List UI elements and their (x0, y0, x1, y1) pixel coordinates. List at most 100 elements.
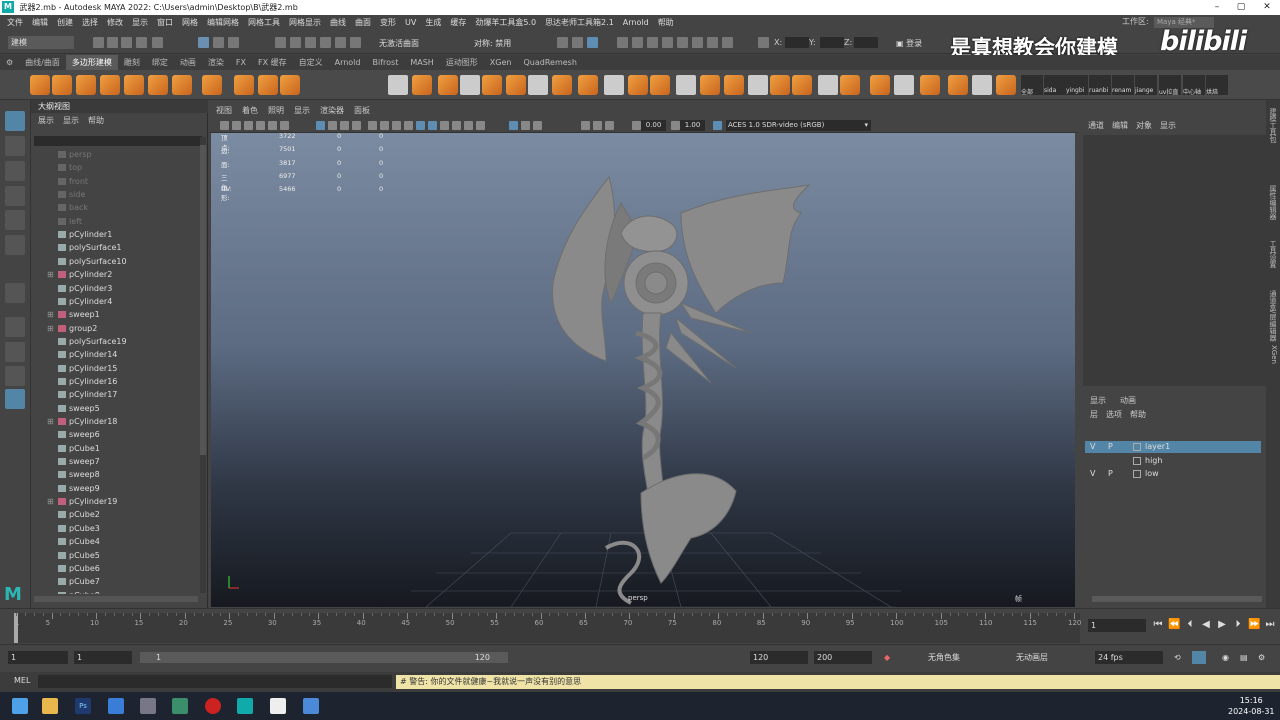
record-icon[interactable] (205, 698, 221, 714)
scene-start-field[interactable]: 1 (8, 651, 68, 664)
save-scene-icon[interactable] (121, 37, 132, 48)
poly-tool-icon-4[interactable] (124, 75, 144, 95)
outliner-item[interactable]: left (31, 215, 201, 228)
arnold-render-icon[interactable] (677, 37, 688, 48)
viewport-menu-2[interactable]: 照明 (268, 106, 284, 115)
menu-item-17[interactable]: 劲爆羊工具盒5.0 (475, 18, 536, 27)
image-plane-icon[interactable] (256, 121, 265, 130)
poly-tool-icon-2[interactable] (76, 75, 96, 95)
custom-shelf-button-6[interactable]: uv拉直 (1159, 75, 1181, 96)
expand-icon[interactable]: ⊞ (47, 415, 54, 428)
outliner-h-scrollbar[interactable] (34, 596, 198, 602)
layer-tab-1[interactable]: 动画 (1120, 396, 1136, 405)
undo-icon[interactable] (136, 37, 147, 48)
antialias-icon[interactable] (593, 121, 602, 130)
layer-color-icon[interactable] (1133, 470, 1141, 478)
layer-menu-1[interactable]: 选项 (1106, 410, 1122, 419)
side-tab-0[interactable]: 建模工具包 (1268, 108, 1278, 143)
shelf-tab-10[interactable]: Bifrost (366, 55, 404, 70)
field-chart-icon[interactable] (368, 121, 377, 130)
maximize-icon[interactable]: ▢ (1228, 0, 1254, 15)
ipr-icon[interactable] (587, 37, 598, 48)
hypershade-icon[interactable] (647, 37, 658, 48)
menu-item-15[interactable]: 生成 (425, 18, 441, 27)
resolution-gate-icon[interactable] (340, 121, 349, 130)
camera-attr-icon[interactable] (232, 121, 241, 130)
poly-tool-icon-0[interactable] (30, 75, 50, 95)
side-tab-1[interactable]: 属性编辑器 (1268, 185, 1278, 220)
menu-item-10[interactable]: 网格显示 (289, 18, 321, 27)
mesh-tool-icon-17[interactable] (792, 75, 812, 95)
menu-item-18[interactable]: 思达老师工具箱2.1 (545, 18, 614, 27)
mel-label[interactable]: MEL (14, 676, 30, 685)
shelf-tab-5[interactable]: 渲染 (202, 55, 230, 70)
outliner-item[interactable]: polySurface1 (31, 241, 201, 254)
step-forward-frame-icon[interactable]: ⏵ (1232, 619, 1244, 631)
menu-item-9[interactable]: 网格工具 (248, 18, 280, 27)
layer-row[interactable]: high (1085, 455, 1261, 467)
custom-shelf-button-1[interactable]: sida (1044, 75, 1066, 95)
poly-tool-icon-10[interactable] (280, 75, 300, 95)
y-field[interactable] (820, 37, 844, 48)
mesh-tool-icon-9[interactable] (604, 75, 624, 95)
shelf-tab-3[interactable]: 绑定 (146, 55, 174, 70)
menu-item-7[interactable]: 网格 (182, 18, 198, 27)
new-scene-icon[interactable] (93, 37, 104, 48)
menu-item-4[interactable]: 修改 (107, 18, 123, 27)
mode-selector[interactable]: 建模 (8, 36, 74, 49)
mesh-tool-icon-15[interactable] (748, 75, 768, 95)
outliner-item[interactable]: polySurface10 (31, 255, 201, 268)
mesh-tool-icon-8[interactable] (578, 75, 598, 95)
outliner-item[interactable]: ⊞ sweep1 (31, 308, 201, 321)
z-field[interactable] (854, 37, 878, 48)
snap-view-icon[interactable] (320, 37, 331, 48)
shelf-tab-0[interactable]: 曲线/曲面 (19, 55, 66, 70)
shelf-tab-7[interactable]: FX 缓存 (252, 55, 293, 70)
xray-icon[interactable] (521, 121, 530, 130)
custom-shelf-button-5[interactable]: jiange (1135, 75, 1157, 95)
2d-pan-icon[interactable] (268, 121, 277, 130)
cache-icon[interactable]: ▤ (1240, 651, 1248, 664)
custom-shelf-button-2[interactable]: yingbi (1066, 75, 1088, 95)
mesh-tool-icon-5[interactable] (506, 75, 526, 95)
shelf-tab-1[interactable]: 多边形建模 (65, 55, 118, 70)
custom-shelf-button-3[interactable]: ruanbi (1089, 75, 1111, 95)
app-icon[interactable] (172, 698, 188, 714)
camera-icon[interactable] (220, 121, 229, 130)
anim-layer-dropdown[interactable]: 无动画层 (1016, 651, 1048, 664)
bookmark-icon[interactable] (244, 121, 253, 130)
notepad-icon[interactable] (140, 698, 156, 714)
start-icon[interactable] (12, 698, 28, 714)
expand-icon[interactable]: ⊞ (47, 268, 54, 281)
shelf-tab-13[interactable]: XGen (484, 55, 518, 70)
shadows-icon[interactable] (464, 121, 473, 130)
side-tab-2[interactable]: 工具设置 (1268, 240, 1278, 268)
outliner-item[interactable]: pCylinder14 (31, 348, 201, 361)
viewport-menu-4[interactable]: 渲染器 (320, 106, 344, 115)
history-icon[interactable] (557, 37, 568, 48)
mesh-tool-icon-24[interactable] (972, 75, 992, 95)
layer-row[interactable]: V Player1 (1085, 441, 1261, 453)
fps-dropdown[interactable]: 24 fps (1095, 651, 1163, 664)
scene-end-field[interactable]: 200 (814, 651, 872, 664)
single-view-icon[interactable] (5, 317, 25, 337)
poly-tool-icon-1[interactable] (52, 75, 72, 95)
exposure-icon[interactable] (632, 121, 641, 130)
select-tool-icon[interactable] (5, 111, 25, 131)
motion-blur-icon[interactable] (581, 121, 590, 130)
poly-tool-icon-5[interactable] (148, 75, 168, 95)
current-time-marker[interactable] (14, 613, 18, 643)
mesh-tool-icon-16[interactable] (770, 75, 790, 95)
layer-visibility-toggle[interactable]: V (1090, 441, 1095, 453)
layer-visibility-toggle[interactable]: V (1090, 468, 1095, 480)
shelf-tab-2[interactable]: 雕刻 (118, 55, 146, 70)
outliner-item[interactable]: pCube3 (31, 522, 201, 535)
color-management-icon[interactable] (713, 121, 722, 130)
outliner-item[interactable]: pCylinder16 (31, 375, 201, 388)
arnold-pause-icon[interactable] (722, 37, 733, 48)
layer-menu-0[interactable]: 层 (1090, 410, 1098, 419)
lights-icon[interactable] (452, 121, 461, 130)
menu-item-11[interactable]: 曲线 (330, 18, 346, 27)
viewport-menu-3[interactable]: 显示 (294, 106, 310, 115)
file-explorer-icon[interactable] (42, 698, 58, 714)
